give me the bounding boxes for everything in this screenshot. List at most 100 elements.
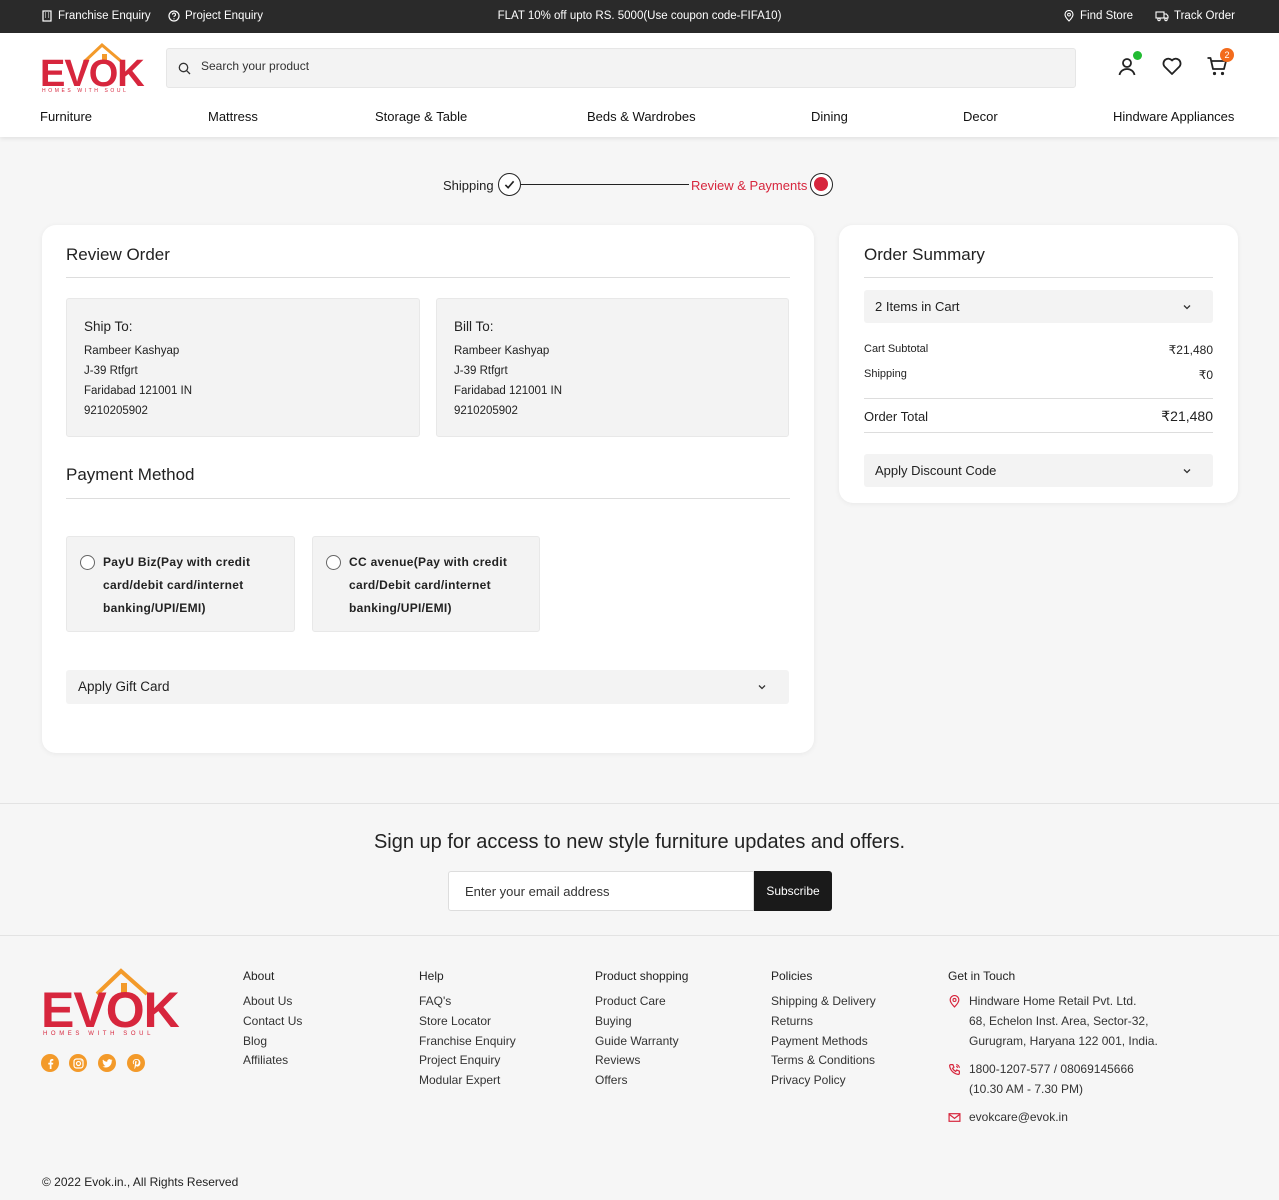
top-bar: Franchise Enquiry Project Enquiry FLAT 1… [0, 0, 1279, 33]
order-total-label: Order Total [864, 409, 929, 424]
checkmark-icon [504, 180, 515, 189]
search-input[interactable] [201, 59, 1001, 73]
chevron-down-icon [1183, 305, 1191, 310]
bill-to-phone: 9210205902 [454, 405, 518, 417]
footer-link-store-locator[interactable]: Store Locator [419, 1014, 491, 1028]
footer-link-offers[interactable]: Offers [595, 1073, 627, 1087]
payu-label: PayU Biz(Pay with credit card/debit card… [103, 555, 251, 615]
step-shipping-marker[interactable] [498, 173, 521, 196]
divider [864, 277, 1213, 278]
step-shipping-label: Shipping [443, 178, 494, 193]
ship-to-city: Faridabad 121001 IN [84, 385, 193, 397]
wishlist-button[interactable] [1161, 55, 1183, 77]
shipping-value: ₹0 [1198, 368, 1213, 382]
footer-link-faqs[interactable]: FAQ's [419, 994, 451, 1008]
find-store-label: Find Store [1080, 10, 1134, 22]
footer-link-contact-us[interactable]: Contact Us [243, 1014, 302, 1028]
footer-help-heading: Help [419, 969, 444, 983]
facebook-icon [47, 1058, 53, 1069]
nav-furniture[interactable]: Furniture [40, 109, 92, 124]
footer-link-franchise-enquiry[interactable]: Franchise Enquiry [419, 1034, 516, 1048]
site-header: EVOK HOMES WITH SOUL 2 Furniture Mattres… [0, 33, 1279, 137]
logo-tagline: HOMES WITH SOUL [42, 88, 129, 94]
nav-decor[interactable]: Decor [963, 109, 998, 124]
account-button[interactable] [1116, 51, 1142, 77]
chevron-down-icon [1183, 469, 1191, 474]
review-order-title: Review Order [66, 245, 170, 264]
footer-address-line-1: Hindware Home Retail Pvt. Ltd. [969, 994, 1137, 1008]
ship-to-box: Ship To: Rambeer Kashyap J-39 Rtfgrt Far… [66, 298, 420, 437]
nav-beds-wardrobes[interactable]: Beds & Wardrobes [587, 109, 696, 124]
twitter-icon [102, 1058, 112, 1068]
discount-label: Apply Discount Code [875, 463, 997, 478]
mail-icon [948, 1113, 961, 1122]
subscribe-button[interactable]: Subscribe [754, 871, 832, 911]
apply-discount-toggle[interactable]: Apply Discount Code [864, 454, 1213, 487]
ccavenue-label: CC avenue(Pay with credit card/Debit car… [349, 555, 508, 615]
footer-policies-heading: Policies [771, 969, 813, 983]
apply-gift-card-toggle[interactable]: Apply Gift Card [66, 670, 789, 704]
footer-about-heading: About [243, 969, 275, 983]
footer-link-shipping-delivery[interactable]: Shipping & Delivery [771, 994, 876, 1008]
nav-hindware-appliances[interactable]: Hindware Appliances [1113, 109, 1234, 124]
footer-link-privacy[interactable]: Privacy Policy [771, 1073, 846, 1087]
footer-address-line-3: Gurugram, Haryana 122 001, India. [969, 1034, 1158, 1048]
footer-link-project-enquiry[interactable]: Project Enquiry [419, 1053, 500, 1067]
footer-link-affiliates[interactable]: Affiliates [243, 1053, 288, 1067]
nav-storage-table[interactable]: Storage & Table [375, 109, 467, 124]
search-icon [178, 62, 191, 75]
divider [864, 432, 1213, 433]
footer-phone[interactable]: 1800-1207-577 / 08069145666 [969, 1062, 1134, 1076]
footer-link-terms[interactable]: Terms & Conditions [771, 1053, 875, 1067]
payment-option-payu[interactable]: PayU Biz(Pay with credit card/debit card… [66, 536, 295, 632]
footer-hours: (10.30 AM - 7.30 PM) [969, 1082, 1084, 1096]
nav-mattress[interactable]: Mattress [208, 109, 258, 124]
divider [864, 398, 1213, 399]
order-summary-title: Order Summary [864, 245, 985, 264]
footer-link-buying[interactable]: Buying [595, 1014, 632, 1028]
cart-button[interactable]: 2 [1206, 48, 1234, 77]
footer-evok-logo[interactable]: EVOK HOMES WITH SOUL [41, 967, 180, 1039]
checkout-stepper: Shipping Review & Payments [0, 172, 1279, 198]
pinterest-link[interactable] [127, 1054, 145, 1072]
bill-to-box: Bill To: Rambeer Kashyap J-39 Rtfgrt Far… [436, 298, 789, 437]
twitter-link[interactable] [98, 1054, 116, 1072]
instagram-link[interactable] [69, 1054, 87, 1072]
track-order-link[interactable]: Track Order [1155, 10, 1235, 22]
ship-to-phone: 9210205902 [84, 405, 148, 417]
newsletter-email-input[interactable] [448, 871, 754, 911]
items-in-cart-label: 2 Items in Cart [875, 299, 960, 314]
shipping-label: Shipping [864, 368, 907, 380]
truck-icon [1155, 11, 1169, 22]
review-order-card: Review Order Ship To: Rambeer Kashyap J-… [42, 225, 814, 753]
footer-link-modular-expert[interactable]: Modular Expert [419, 1073, 500, 1087]
track-order-label: Track Order [1174, 10, 1235, 22]
facebook-link[interactable] [41, 1054, 59, 1072]
footer-link-product-care[interactable]: Product Care [595, 994, 666, 1008]
footer-link-payment-methods[interactable]: Payment Methods [771, 1034, 868, 1048]
footer-link-returns[interactable]: Returns [771, 1014, 813, 1028]
ccavenue-radio[interactable] [326, 555, 341, 570]
footer-email[interactable]: evokcare@evok.in [969, 1110, 1068, 1124]
order-total-value: ₹21,480 [1161, 408, 1213, 424]
footer-link-about-us[interactable]: About Us [243, 994, 292, 1008]
chevron-down-icon [758, 685, 766, 690]
footer-link-blog[interactable]: Blog [243, 1034, 267, 1048]
ship-to-name: Rambeer Kashyap [84, 345, 180, 357]
footer-link-guide-warranty[interactable]: Guide Warranty [595, 1034, 679, 1048]
location-pin-icon [949, 995, 960, 1008]
footer-link-reviews[interactable]: Reviews [595, 1053, 640, 1067]
step-connector [521, 184, 689, 185]
nav-dining[interactable]: Dining [811, 109, 848, 124]
ship-to-title: Ship To: [84, 319, 133, 334]
subtotal-value: ₹21,480 [1168, 343, 1213, 357]
payment-option-ccavenue[interactable]: CC avenue(Pay with credit card/Debit car… [312, 536, 540, 632]
newsletter-heading: Sign up for access to new style furnitur… [373, 831, 906, 853]
find-store-link[interactable]: Find Store [1063, 10, 1133, 22]
items-in-cart-toggle[interactable]: 2 Items in Cart [864, 290, 1213, 323]
evok-logo[interactable]: EVOK HOMES WITH SOUL [40, 42, 145, 96]
phone-icon [949, 1064, 960, 1075]
pinterest-icon [132, 1058, 140, 1069]
payu-radio[interactable] [80, 555, 95, 570]
online-status-dot [1133, 51, 1142, 60]
